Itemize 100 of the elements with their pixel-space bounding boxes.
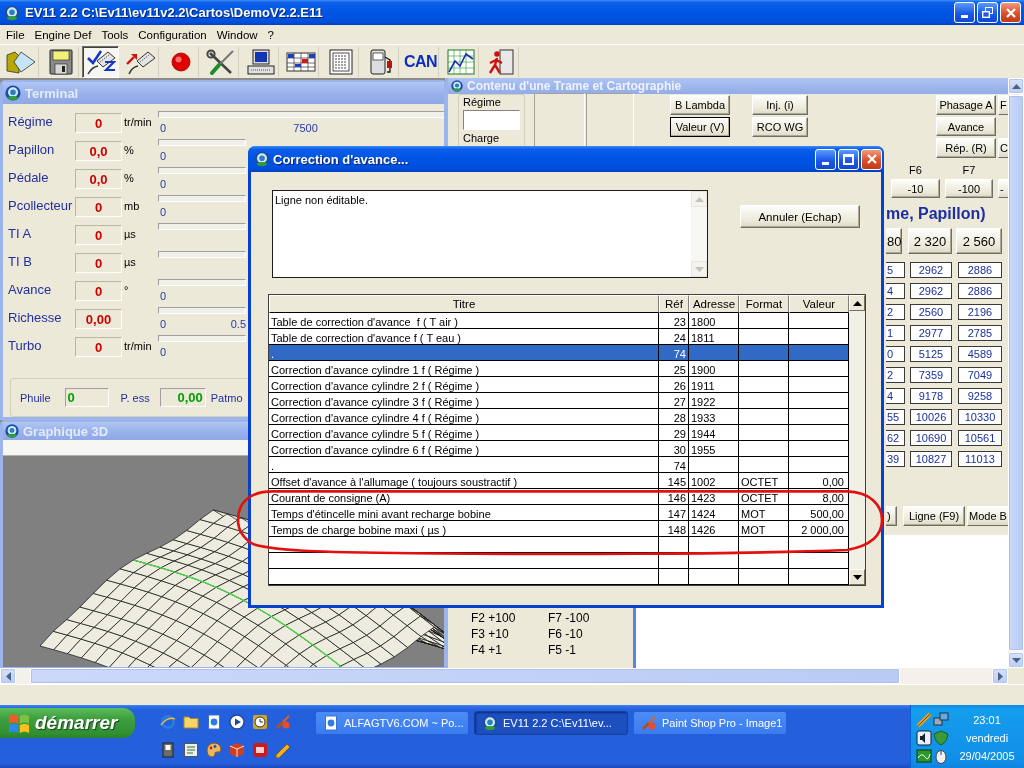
menu-item[interactable]: File xyxy=(1,28,30,41)
tile-icon xyxy=(252,742,268,758)
column-header[interactable]: 2 560 xyxy=(956,228,1002,254)
taskbar-button[interactable]: EV11 2.2 C:\Ev11\ev... xyxy=(474,711,628,735)
legend-text: F2 +100 xyxy=(471,610,517,626)
table-row[interactable]: . 74 xyxy=(269,345,849,361)
push-button[interactable]: Avance xyxy=(936,116,996,137)
table-cell: 39 xyxy=(886,451,905,467)
table-cell: 29 xyxy=(659,425,689,440)
minimize-button[interactable] xyxy=(815,148,836,170)
table-row[interactable]: Temps d'étincelle mini avant recharge bobine 147 1424 MOT 500,00 xyxy=(269,505,849,521)
clock-icon xyxy=(252,714,268,730)
push-button[interactable]: Ligne (F9) xyxy=(903,506,965,526)
push-button[interactable]: -10 xyxy=(891,179,940,198)
restore-button[interactable] xyxy=(977,2,998,23)
start-button[interactable]: démarrer xyxy=(0,708,135,738)
ring-icon xyxy=(160,714,176,730)
table-cell: 25 xyxy=(659,361,689,376)
table-cell: 1 xyxy=(886,325,905,341)
table-row[interactable]: Correction d'avance cylindre 6 f ( Régime ) 30 1955 xyxy=(269,441,849,457)
palette-icon xyxy=(206,742,222,758)
table-cell: 1811 xyxy=(689,329,739,344)
readout-field: 0 xyxy=(75,113,122,133)
caret-up-icon xyxy=(1011,83,1021,89)
menu-item[interactable]: Engine Def xyxy=(29,28,97,41)
table-cell: 2886 xyxy=(958,262,1002,278)
gauge-label: Régime xyxy=(8,114,54,129)
push-button[interactable]: Valeur (V) xyxy=(670,117,730,137)
menu-item[interactable]: ? xyxy=(262,28,279,41)
caret-left-icon xyxy=(5,671,11,681)
close-icon xyxy=(866,154,877,164)
push-button[interactable]: B Lambda xyxy=(670,95,730,115)
column-header[interactable]: Titre xyxy=(269,295,659,313)
taskbar-button[interactable]: ALFAGTV6.COM ~ Po... xyxy=(315,711,469,735)
table-cell: 148 xyxy=(659,521,689,536)
toolbar-button[interactable]: CAN xyxy=(402,45,439,78)
table-row[interactable]: Courant de consigne (A) 146 1423 OCTET 8,00 xyxy=(269,489,849,505)
table-row[interactable]: Table de correction d'avance f ( T air ) 23 1800 xyxy=(269,313,849,329)
input-field[interactable] xyxy=(463,110,520,130)
column-header[interactable]: Adresse xyxy=(689,295,739,313)
table-row[interactable]: Temps de charge bobine maxi ( µs ) 148 1426 MOT 2 000,00 xyxy=(269,521,849,537)
push-button[interactable]: RCO WG xyxy=(752,117,808,137)
menu-item[interactable]: Window xyxy=(211,28,263,41)
table-row[interactable]: Correction d'avance cylindre 2 f ( Régime ) 26 1911 xyxy=(269,377,849,393)
key-label: F6 xyxy=(908,164,923,177)
cancel-button[interactable]: Annuler (Echap) xyxy=(740,205,860,228)
scale-label: 0 xyxy=(160,122,167,134)
brush-icon xyxy=(275,714,291,730)
column-header[interactable]: Réf xyxy=(659,295,689,313)
app-icon xyxy=(4,4,20,21)
table-cell: Courant de consigne (A) xyxy=(269,489,659,504)
gauge-label: Pcollecteur xyxy=(8,198,74,213)
taskbar-button[interactable]: Paint Shop Pro - Image1 xyxy=(633,711,787,735)
legend-text: F6 -10 xyxy=(548,626,584,642)
table-cell: 1423 xyxy=(689,489,739,504)
close-button[interactable] xyxy=(1000,2,1021,23)
push-button[interactable]: Rép. (R) xyxy=(936,138,996,158)
document-icon xyxy=(183,742,199,758)
message-field[interactable]: Ligne non éditable. xyxy=(272,190,708,278)
maximize-button[interactable] xyxy=(838,148,859,170)
column-header[interactable]: Valeur xyxy=(789,295,849,313)
clock-text: vendredi xyxy=(964,732,1010,744)
toolbar-button[interactable] xyxy=(82,45,119,78)
minimize-button[interactable] xyxy=(954,2,975,23)
column-header[interactable]: 80 xyxy=(886,228,902,254)
table-row[interactable]: Correction d'avance cylindre 4 f ( Régime ) 28 1933 xyxy=(269,409,849,425)
table-cell: 1800 xyxy=(689,313,739,328)
push-button[interactable]: - xyxy=(998,179,1008,198)
table-cell: 24 xyxy=(659,329,689,344)
table-cell: 0 xyxy=(886,346,905,362)
table-cell: 145 xyxy=(659,473,689,488)
table-row[interactable]: . 74 xyxy=(269,457,849,473)
push-button[interactable]: Mode B xyxy=(967,506,1008,526)
menu-item[interactable]: Tools xyxy=(96,28,134,41)
shield-icon xyxy=(933,730,949,746)
window-title: Contenu d'une Trame et Cartographie xyxy=(467,79,682,93)
push-button[interactable]: -100 xyxy=(945,179,993,198)
menu-item[interactable]: Configuration xyxy=(133,28,212,41)
tools-icon xyxy=(205,48,236,75)
table-cell: 2962 xyxy=(910,283,952,299)
table-row[interactable]: Correction d'avance cylindre 3 f ( Régime ) 27 1922 xyxy=(269,393,849,409)
push-button[interactable]: F xyxy=(998,95,1008,115)
push-button[interactable]: Phasage A xyxy=(936,95,996,115)
push-button[interactable]: ) xyxy=(886,506,897,526)
field-label: Phuile xyxy=(20,391,51,404)
table-cell: OCTET xyxy=(739,473,789,488)
table-row[interactable]: Correction d'avance cylindre 1 f ( Régime ) 25 1900 xyxy=(269,361,849,377)
restore-icon xyxy=(982,7,993,18)
table-row[interactable]: Correction d'avance cylindre 5 f ( Régime ) 29 1944 xyxy=(269,425,849,441)
table-row[interactable]: Offset d'avance à l'allumage ( toujours soustractif ) 145 1002 OCTET 0,00 xyxy=(269,473,849,489)
column-header[interactable]: 2 320 xyxy=(908,228,952,254)
table-cell: 11013 xyxy=(958,451,1002,467)
readout-field: 0 xyxy=(75,337,122,357)
push-button[interactable]: Inj. (i) xyxy=(752,95,808,115)
window-title: Terminal xyxy=(25,85,79,101)
gauge-label: Richesse xyxy=(8,310,63,325)
table-cell: 147 xyxy=(659,505,689,520)
column-header[interactable]: Format xyxy=(739,295,789,313)
scale-label: 0 xyxy=(160,290,167,302)
close-button[interactable] xyxy=(861,148,882,170)
